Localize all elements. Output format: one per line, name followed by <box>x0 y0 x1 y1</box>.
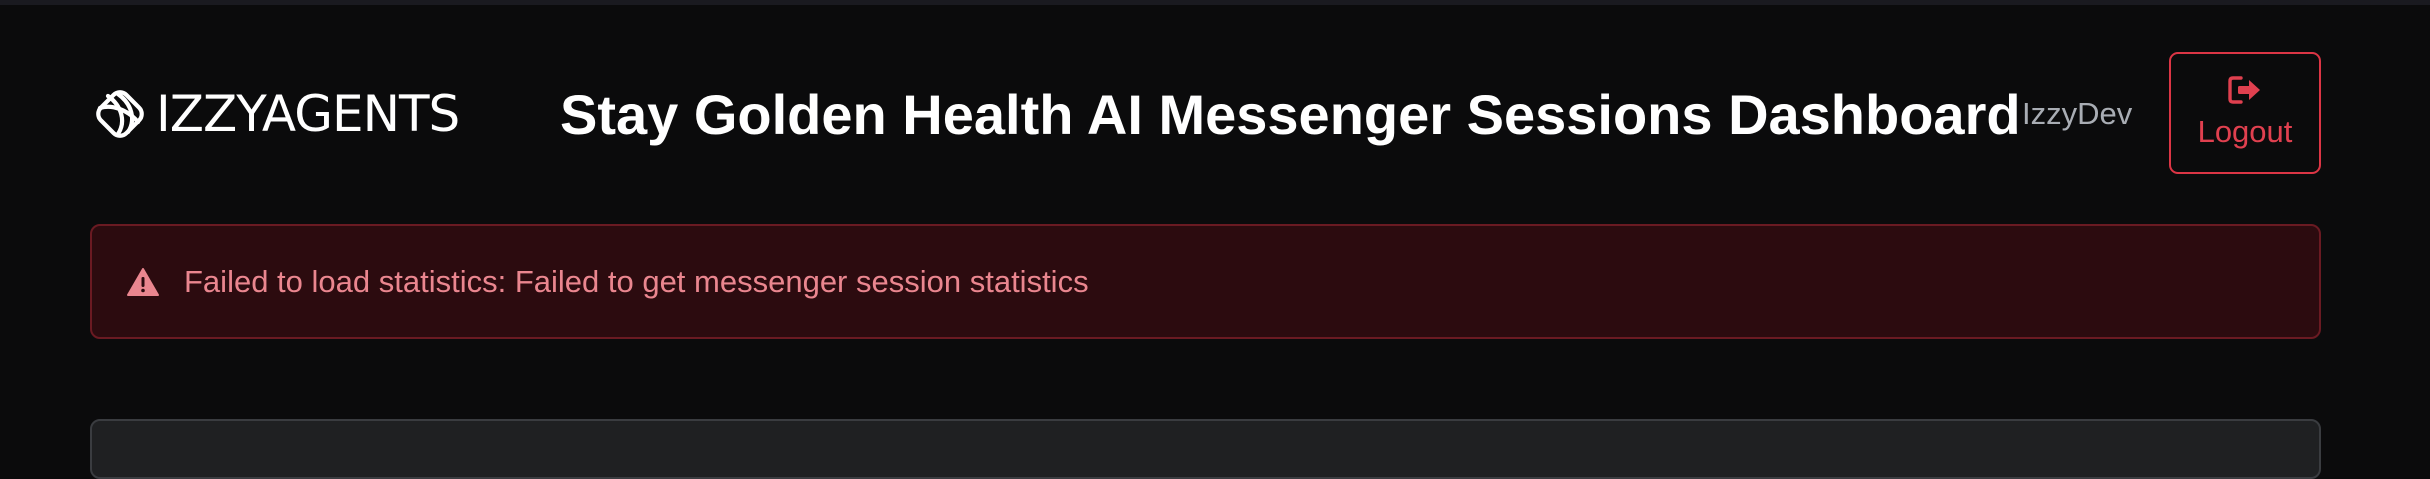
logout-button[interactable]: Logout <box>2169 52 2321 174</box>
error-alert: Failed to load statistics: Failed to get… <box>90 224 2321 339</box>
statistics-card <box>90 419 2321 479</box>
logout-label: Logout <box>2197 114 2293 149</box>
dashboard-header: IZZYAGENTS Stay Golden Health AI Messeng… <box>0 0 2430 220</box>
logo-text: IZZYAGENTS <box>156 85 460 143</box>
izzyagents-logo: IZZYAGENTS <box>88 78 460 150</box>
username: IzzyDev <box>2022 96 2133 131</box>
page-title: Stay Golden Health AI Messenger Sessions… <box>560 83 2021 146</box>
warning-triangle-icon <box>127 267 159 296</box>
alert-message: Failed to load statistics: Failed to get… <box>184 263 1089 299</box>
logo-mark-icon <box>96 90 144 138</box>
sign-out-icon <box>2228 76 2260 104</box>
